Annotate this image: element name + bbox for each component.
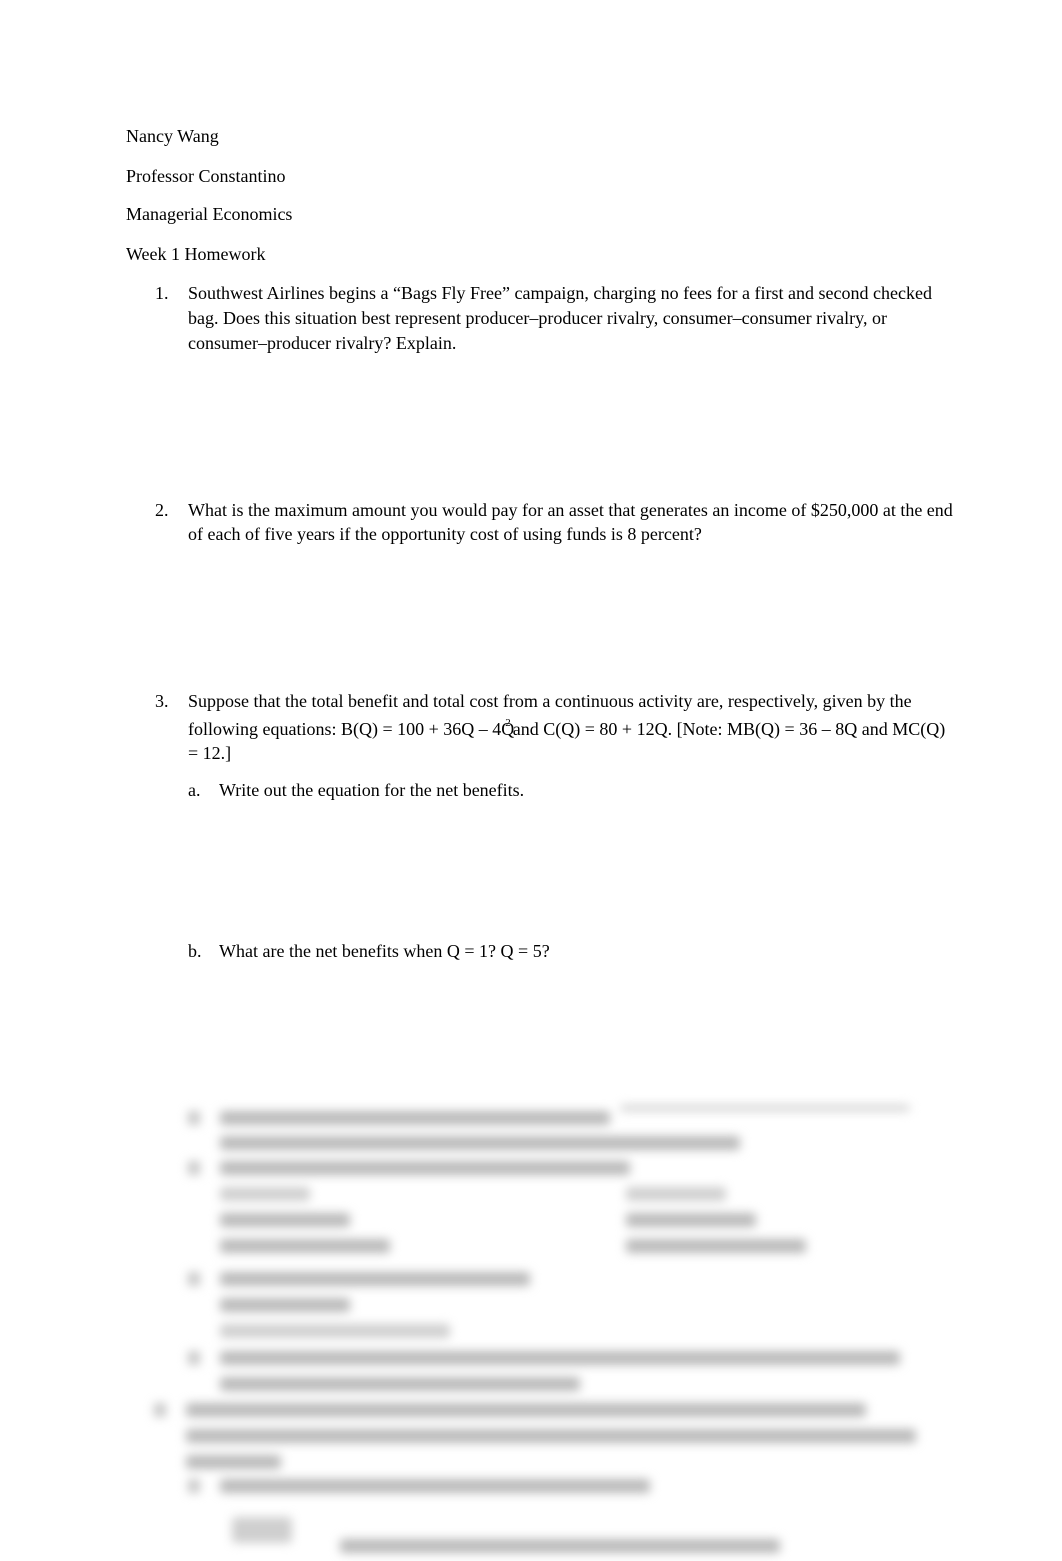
question-3: 3. Suppose that the total benefit and to… bbox=[155, 689, 955, 765]
document-page: Nancy Wang Professor Constantino Manager… bbox=[0, 0, 1062, 1561]
question-2: 2. What is the maximum amount you would … bbox=[155, 498, 955, 546]
professor-name: Professor Constantino bbox=[126, 166, 286, 186]
course-name: Managerial Economics bbox=[126, 204, 293, 224]
subpart-text: Write out the equation for the net benef… bbox=[219, 780, 525, 800]
question-3a: a. Write out the equation for the net be… bbox=[188, 778, 948, 802]
question-1: 1. Southwest Airlines begins a “Bags Fly… bbox=[155, 281, 955, 356]
exponent: 2 bbox=[505, 717, 511, 729]
question-text: Southwest Airlines begins a “Bags Fly Fr… bbox=[188, 283, 932, 353]
subpart-letter: a. bbox=[188, 780, 201, 800]
subpart-text: What are the net benefits when Q = 1? Q … bbox=[219, 941, 550, 961]
question-number: 2. bbox=[155, 500, 169, 520]
question-number: 1. bbox=[155, 283, 169, 303]
question-number: 3. bbox=[155, 691, 169, 711]
student-name: Nancy Wang bbox=[126, 126, 219, 146]
question-3b: b. What are the net benefits when Q = 1?… bbox=[188, 939, 948, 963]
blurred-answer-preview bbox=[140, 1103, 940, 1561]
subpart-letter: b. bbox=[188, 941, 202, 961]
question-text: What is the maximum amount you would pay… bbox=[188, 500, 953, 544]
assignment-title: Week 1 Homework bbox=[126, 244, 266, 264]
question-text: Suppose that the total benefit and total… bbox=[188, 689, 955, 765]
